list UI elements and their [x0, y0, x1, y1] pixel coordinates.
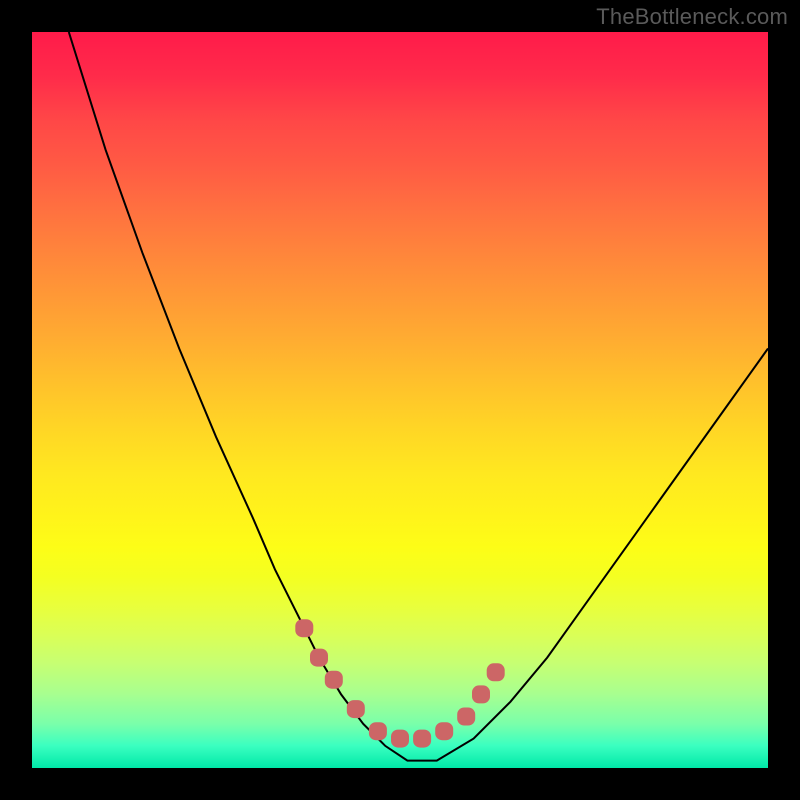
highlight-mark [391, 730, 409, 748]
highlight-mark [295, 619, 313, 637]
highlight-mark [325, 671, 343, 689]
highlight-mark [347, 700, 365, 718]
bottleneck-curve [69, 32, 768, 761]
highlight-mark [472, 685, 490, 703]
highlight-mark [435, 722, 453, 740]
curve-svg [32, 32, 768, 768]
plot-area [32, 32, 768, 768]
highlight-mark [487, 663, 505, 681]
highlight-mark [369, 722, 387, 740]
highlight-mark [310, 649, 328, 667]
watermark-text: TheBottleneck.com [596, 4, 788, 30]
highlight-mark [413, 730, 431, 748]
highlight-marks [295, 619, 504, 747]
highlight-mark [457, 708, 475, 726]
chart-container: TheBottleneck.com [0, 0, 800, 800]
